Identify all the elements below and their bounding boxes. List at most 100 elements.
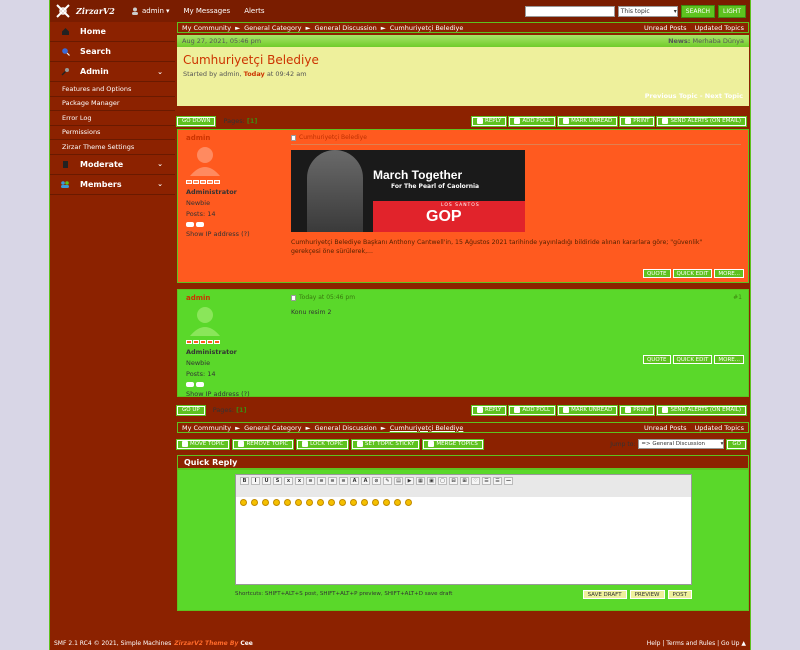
quote-format-button[interactable]: ▢: [438, 477, 447, 485]
theme-author[interactable]: Cee: [240, 640, 253, 647]
divider-button[interactable]: —: [504, 477, 513, 485]
pencil-icon[interactable]: ✎: [383, 477, 392, 485]
strike-button[interactable]: S: [273, 477, 282, 485]
search-scope-select[interactable]: This topic ▾: [617, 5, 678, 17]
go-up-button[interactable]: GO UP: [176, 404, 206, 416]
breadcrumb-item[interactable]: General Discussion: [315, 24, 377, 32]
color-button[interactable]: A: [361, 477, 370, 485]
table-button[interactable]: ▦: [416, 477, 425, 485]
breadcrumb-item[interactable]: My Community: [182, 24, 231, 32]
preview-button[interactable]: PREVIEW: [629, 590, 665, 599]
smiley-icon[interactable]: [251, 499, 258, 506]
smiley-icon[interactable]: [405, 499, 412, 506]
contact-icons[interactable]: [186, 382, 286, 387]
sidebar-item-admin[interactable]: Admin ⌄: [50, 62, 175, 82]
superscript-button[interactable]: x: [284, 477, 293, 485]
smiley-icon[interactable]: [240, 499, 247, 506]
send-alerts-button[interactable]: SEND ALERTS (ON EMAIL): [656, 404, 747, 416]
admin-submenu-item[interactable]: Features and Options: [50, 82, 175, 97]
post-number[interactable]: #1: [733, 294, 742, 301]
show-ip-link[interactable]: Show IP address (?): [186, 390, 286, 398]
breadcrumb-item[interactable]: My Community: [182, 424, 231, 432]
poster-name[interactable]: admin: [186, 134, 286, 142]
breadcrumb-item[interactable]: General Discussion: [315, 424, 377, 432]
user-menu[interactable]: admin ▾: [131, 7, 169, 15]
subscript-button[interactable]: x: [295, 477, 304, 485]
more-button[interactable]: MORE...: [714, 355, 744, 364]
font-button[interactable]: A: [350, 477, 359, 485]
mark-unread-button[interactable]: MARK UNREAD: [557, 115, 619, 127]
poster-name[interactable]: admin: [186, 294, 286, 302]
align-center-button[interactable]: ≡: [317, 477, 326, 485]
add-poll-button[interactable]: ADD POLL: [508, 404, 557, 416]
move-topic-button[interactable]: MOVE TOPIC: [175, 438, 231, 450]
alerts-link[interactable]: Alerts: [244, 7, 264, 15]
my-messages-link[interactable]: My Messages: [183, 7, 230, 15]
unread-posts-link[interactable]: Unread Posts: [644, 24, 687, 32]
prev-next-topic-link[interactable]: Previous Topic - Next Topic: [645, 92, 743, 100]
reply-button[interactable]: REPLY: [471, 404, 508, 416]
bullet-list-button[interactable]: ☰: [482, 477, 491, 485]
link-button[interactable]: ⊞: [460, 477, 469, 485]
smiley-icon[interactable]: [339, 499, 346, 506]
smiley-icon[interactable]: [350, 499, 357, 506]
underline-button[interactable]: U: [262, 477, 271, 485]
quote-button[interactable]: QUOTE: [642, 269, 671, 278]
quote-button[interactable]: QUOTE: [642, 355, 671, 364]
save-draft-button[interactable]: SAVE DRAFT: [582, 590, 627, 599]
breadcrumb-item[interactable]: Cumhuriyetçi Belediye: [390, 424, 464, 432]
print-button[interactable]: PRINT: [619, 115, 656, 127]
align-left-button[interactable]: ≡: [306, 477, 315, 485]
smiley-icon[interactable]: [361, 499, 368, 506]
number-list-button[interactable]: ☰: [493, 477, 502, 485]
reply-button[interactable]: REPLY: [471, 115, 508, 127]
remove-format-button[interactable]: ⊘: [372, 477, 381, 485]
copyright[interactable]: SMF 2.1 RC4 © 2021, Simple Machines: [54, 640, 171, 647]
post-button[interactable]: POST: [667, 590, 692, 599]
reply-editor[interactable]: B I U S x x ≡ ≡ ≡ ≡ A A ⊘ ✎ ▤ ▶ ▦ ▣ ▢ ⊟ …: [235, 474, 692, 585]
sidebar-item-home[interactable]: Home: [50, 22, 175, 42]
logo-icon[interactable]: [54, 2, 72, 20]
smiley-icon[interactable]: [394, 499, 401, 506]
search-input[interactable]: [524, 5, 615, 17]
contact-icons[interactable]: [186, 222, 286, 227]
italic-button[interactable]: I: [251, 477, 260, 485]
remove-topic-button[interactable]: REMOVE TOPIC: [232, 438, 295, 450]
go-button[interactable]: GO: [726, 438, 747, 450]
unread-posts-link[interactable]: Unread Posts: [644, 424, 687, 432]
print-button[interactable]: PRINT: [619, 404, 656, 416]
updated-topics-link[interactable]: Updated Topics: [695, 24, 744, 32]
sidebar-item-members[interactable]: Members ⌄: [50, 175, 175, 195]
go-down-button[interactable]: GO DOWN: [175, 115, 217, 127]
smiley-icon[interactable]: [262, 499, 269, 506]
search-button[interactable]: SEARCH: [680, 4, 716, 18]
smiley-icon[interactable]: [273, 499, 280, 506]
show-ip-link[interactable]: Show IP address (?): [186, 230, 286, 238]
image-button[interactable]: ▤: [394, 477, 403, 485]
smiley-icon[interactable]: [383, 499, 390, 506]
more-button[interactable]: MORE...: [714, 269, 744, 278]
sidebar-item-search[interactable]: Search: [50, 42, 175, 62]
smiley-icon[interactable]: [317, 499, 324, 506]
admin-submenu-item[interactable]: Permissions: [50, 126, 175, 140]
quick-edit-button[interactable]: QUICK EDIT: [672, 355, 713, 364]
smiley-icon[interactable]: [284, 499, 291, 506]
add-poll-button[interactable]: ADD POLL: [508, 115, 557, 127]
admin-submenu-item[interactable]: Package Manager: [50, 97, 175, 111]
mark-unread-button[interactable]: MARK UNREAD: [557, 404, 619, 416]
smiley-icon[interactable]: [295, 499, 302, 506]
quick-edit-button[interactable]: QUICK EDIT: [672, 269, 713, 278]
admin-submenu-item[interactable]: Error Log: [50, 111, 175, 126]
sidebar-item-moderate[interactable]: Moderate ⌄: [50, 155, 175, 175]
send-alerts-button[interactable]: SEND ALERTS (ON EMAIL): [656, 115, 747, 127]
youtube-button[interactable]: ▶: [405, 477, 414, 485]
merge-topics-button[interactable]: MERGE TOPICS: [422, 438, 484, 450]
smiley-icon[interactable]: [306, 499, 313, 506]
smiley-icon[interactable]: [328, 499, 335, 506]
code-button[interactable]: ▣: [427, 477, 436, 485]
footer-links[interactable]: Help | Terms and Rules | Go Up ▲: [647, 640, 746, 647]
lock-topic-button[interactable]: LOCK TOPIC: [296, 438, 350, 450]
bold-button[interactable]: B: [240, 477, 249, 485]
sticky-topic-button[interactable]: SET TOPIC STICKY: [351, 438, 421, 450]
light-button[interactable]: LIGHT: [718, 4, 746, 18]
